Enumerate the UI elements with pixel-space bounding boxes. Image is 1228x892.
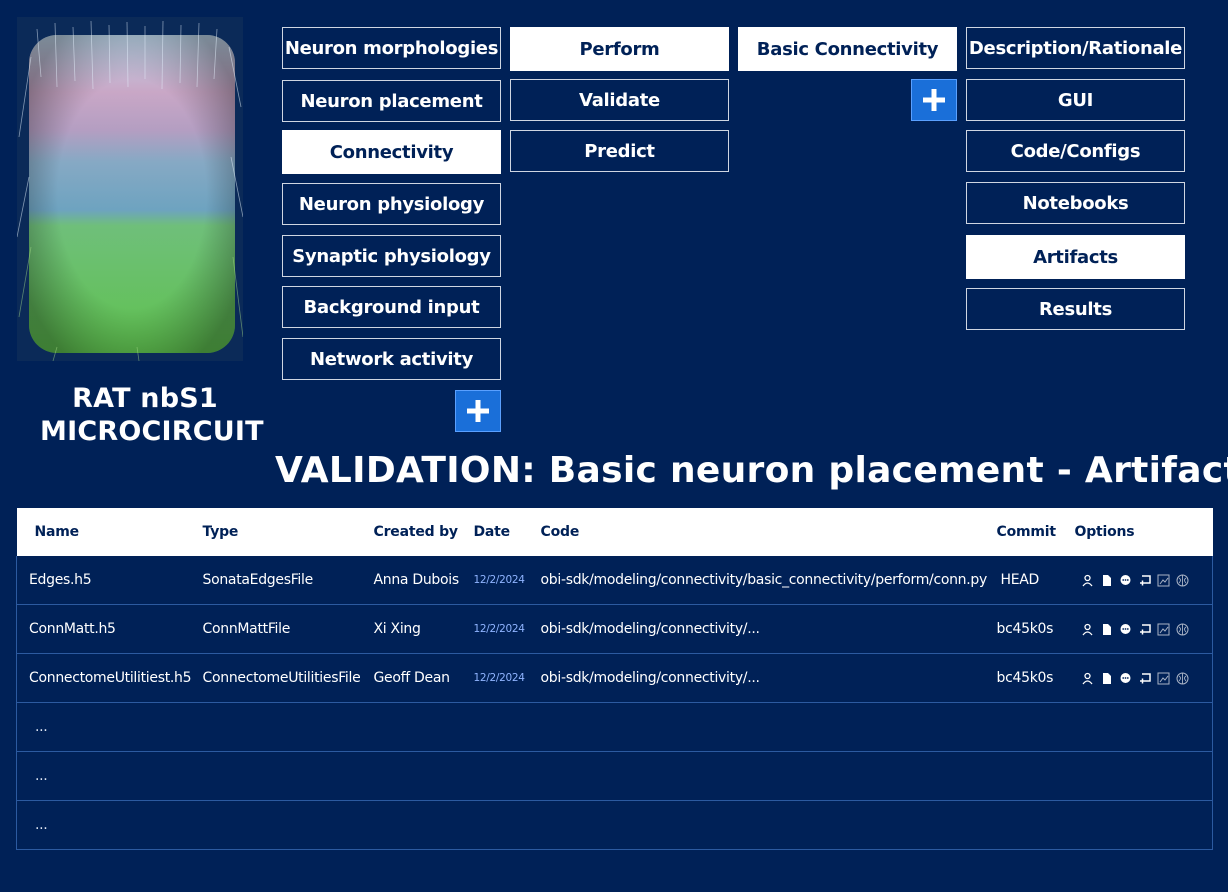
file-icon[interactable] (1100, 623, 1113, 636)
section-gui-button[interactable]: GUI (966, 79, 1185, 121)
cell-commit: bc45k0s (996, 604, 1075, 654)
cell-code[interactable]: obi-sdk/modeling/connectivity/basic_conn… (528, 556, 997, 605)
category-connectivity-button[interactable]: Connectivity (282, 130, 501, 174)
column-header-type[interactable]: Type (190, 508, 362, 556)
circuit-name-line1: RAT nbS1 (72, 383, 218, 414)
comment-icon[interactable] (1119, 672, 1132, 685)
plus-icon (923, 89, 945, 111)
action-predict-button[interactable]: Predict (510, 130, 729, 172)
brain-icon[interactable] (1176, 623, 1189, 636)
cell-date: 12/2/2024 (461, 556, 529, 605)
brain-icon[interactable] (1176, 574, 1189, 587)
cell-code[interactable]: obi-sdk/modeling/connectivity/... (528, 653, 997, 703)
cell-created-by: Xi Xing (361, 604, 462, 654)
add-frame-icon[interactable] (1138, 672, 1151, 685)
brain-icon[interactable] (1176, 672, 1189, 685)
table-row-placeholder: ... (16, 702, 1213, 752)
comment-icon[interactable] (1119, 574, 1132, 587)
circuit-thumbnail (17, 17, 243, 361)
circuit-name-line2: MICROCIRCUIT (40, 416, 264, 447)
category-background-input-button[interactable]: Background input (282, 286, 501, 328)
column-header-date[interactable]: Date (461, 508, 529, 556)
table-row[interactable]: ConnMatt.h5 ConnMattFile Xi Xing 12/2/20… (16, 604, 1213, 654)
section-notebooks-button[interactable]: Notebooks (966, 182, 1185, 224)
table-row-placeholder: ... (16, 800, 1213, 850)
task-basic-connectivity-button[interactable]: Basic Connectivity (738, 27, 957, 71)
cell-options (1074, 653, 1213, 703)
category-neuron-physiology-button[interactable]: Neuron physiology (282, 183, 501, 225)
category-synaptic-physiology-button[interactable]: Synaptic physiology (282, 235, 501, 277)
cell-commit: bc45k0s (996, 653, 1075, 703)
cell-ellipsis: ... (16, 751, 191, 801)
cell-name[interactable]: ConnMatt.h5 (16, 604, 191, 654)
chart-icon[interactable] (1157, 623, 1170, 636)
add-frame-icon[interactable] (1138, 623, 1151, 636)
cell-type: ConnectomeUtilitiesFile (190, 653, 362, 703)
category-neuron-placement-button[interactable]: Neuron placement (282, 80, 501, 122)
cell-name[interactable]: Edges.h5 (16, 556, 191, 605)
cell-options (1074, 604, 1213, 654)
circuit-name: RAT nbS1 MICROCIRCUIT (40, 382, 264, 448)
cell-type: ConnMattFile (190, 604, 362, 654)
page-title: VALIDATION: Basic neuron placement - Art… (275, 450, 1228, 491)
file-icon[interactable] (1100, 672, 1113, 685)
person-icon[interactable] (1081, 672, 1094, 685)
cell-ellipsis: ... (16, 702, 191, 752)
section-description-button[interactable]: Description/Rationale (966, 27, 1185, 69)
column-header-options: Options (1074, 508, 1213, 556)
cell-created-by: Geoff Dean (361, 653, 462, 703)
action-perform-button[interactable]: Perform (510, 27, 729, 71)
person-icon[interactable] (1081, 574, 1094, 587)
section-artifacts-button[interactable]: Artifacts (966, 235, 1185, 279)
chart-icon[interactable] (1157, 574, 1170, 587)
plus-icon (467, 400, 489, 422)
action-validate-button[interactable]: Validate (510, 79, 729, 121)
cell-code[interactable]: obi-sdk/modeling/connectivity/... (528, 604, 997, 654)
cell-ellipsis: ... (16, 800, 191, 850)
table-row[interactable]: Edges.h5 SonataEdgesFile Anna Dubois 12/… (16, 556, 1213, 605)
comment-icon[interactable] (1119, 623, 1132, 636)
category-network-activity-button[interactable]: Network activity (282, 338, 501, 380)
add-category-button[interactable] (455, 390, 501, 432)
column-header-created-by[interactable]: Created by (361, 508, 462, 556)
add-task-button[interactable] (911, 79, 957, 121)
cell-commit: HEAD (996, 556, 1075, 605)
section-code-configs-button[interactable]: Code/Configs (966, 130, 1185, 172)
category-neuron-morphologies-button[interactable]: Neuron morphologies (282, 27, 501, 69)
cell-options (1074, 556, 1213, 605)
chart-icon[interactable] (1157, 672, 1170, 685)
column-header-code[interactable]: Code (528, 508, 997, 556)
column-header-name[interactable]: Name (16, 508, 191, 556)
file-icon[interactable] (1100, 574, 1113, 587)
cell-date: 12/2/2024 (461, 604, 529, 654)
add-frame-icon[interactable] (1138, 574, 1151, 587)
cell-type: SonataEdgesFile (190, 556, 362, 605)
cell-created-by: Anna Dubois (361, 556, 462, 605)
section-results-button[interactable]: Results (966, 288, 1185, 330)
table-row-placeholder: ... (16, 751, 1213, 801)
column-header-commit[interactable]: Commit (996, 508, 1075, 556)
artifacts-table: Name Type Created by Date Code Commit Op… (16, 508, 1213, 850)
cell-name[interactable]: ConnectomeUtilitiest.h5 (16, 653, 191, 703)
table-row[interactable]: ConnectomeUtilitiest.h5 ConnectomeUtilit… (16, 653, 1213, 703)
person-icon[interactable] (1081, 623, 1094, 636)
cell-date: 12/2/2024 (461, 653, 529, 703)
table-header-row: Name Type Created by Date Code Commit Op… (16, 508, 1213, 556)
